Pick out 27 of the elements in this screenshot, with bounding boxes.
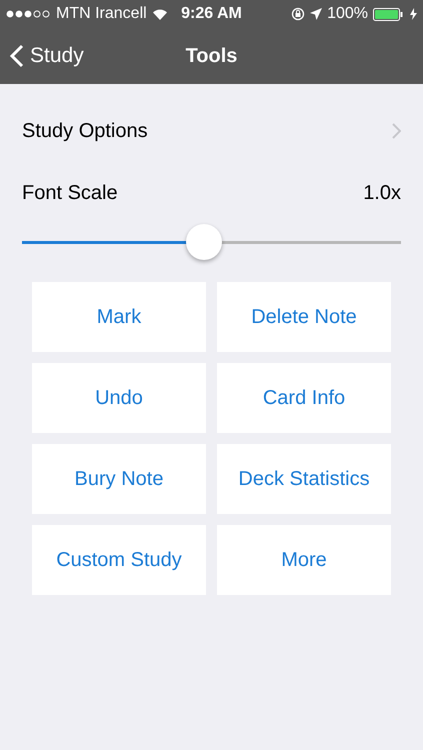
tool-button[interactable]: Custom Study (32, 525, 206, 595)
tool-button[interactable]: Undo (32, 363, 206, 433)
tool-button[interactable]: Deck Statistics (217, 444, 391, 514)
font-scale-value: 1.0x (363, 182, 401, 205)
location-arrow-icon (310, 8, 322, 20)
back-chevron-icon (10, 44, 24, 68)
screen-title: Tools (186, 44, 238, 68)
study-options-row[interactable]: Study Options (22, 84, 401, 178)
rotation-lock-icon (291, 7, 306, 21)
chevron-right-icon (392, 123, 401, 139)
study-options-label: Study Options (22, 120, 148, 142)
tool-button[interactable]: Bury Note (32, 444, 206, 514)
battery-icon (373, 8, 406, 20)
signal-icon (6, 10, 51, 18)
tool-button[interactable]: Card Info (217, 363, 391, 433)
wifi-icon (152, 8, 168, 20)
battery-percent: 100% (327, 5, 368, 23)
carrier-name: MTN Irancell (56, 5, 147, 23)
back-button[interactable]: Study (10, 44, 84, 68)
tool-button[interactable]: Delete Note (217, 282, 391, 352)
tool-button[interactable]: Mark (32, 282, 206, 352)
slider-thumb[interactable] (186, 224, 222, 260)
tool-button[interactable]: More (217, 525, 391, 595)
clock-time: 9:26 AM (181, 5, 242, 23)
charging-bolt-icon (410, 8, 418, 20)
font-scale-slider[interactable] (22, 223, 401, 261)
font-scale-label: Font Scale (22, 182, 118, 205)
